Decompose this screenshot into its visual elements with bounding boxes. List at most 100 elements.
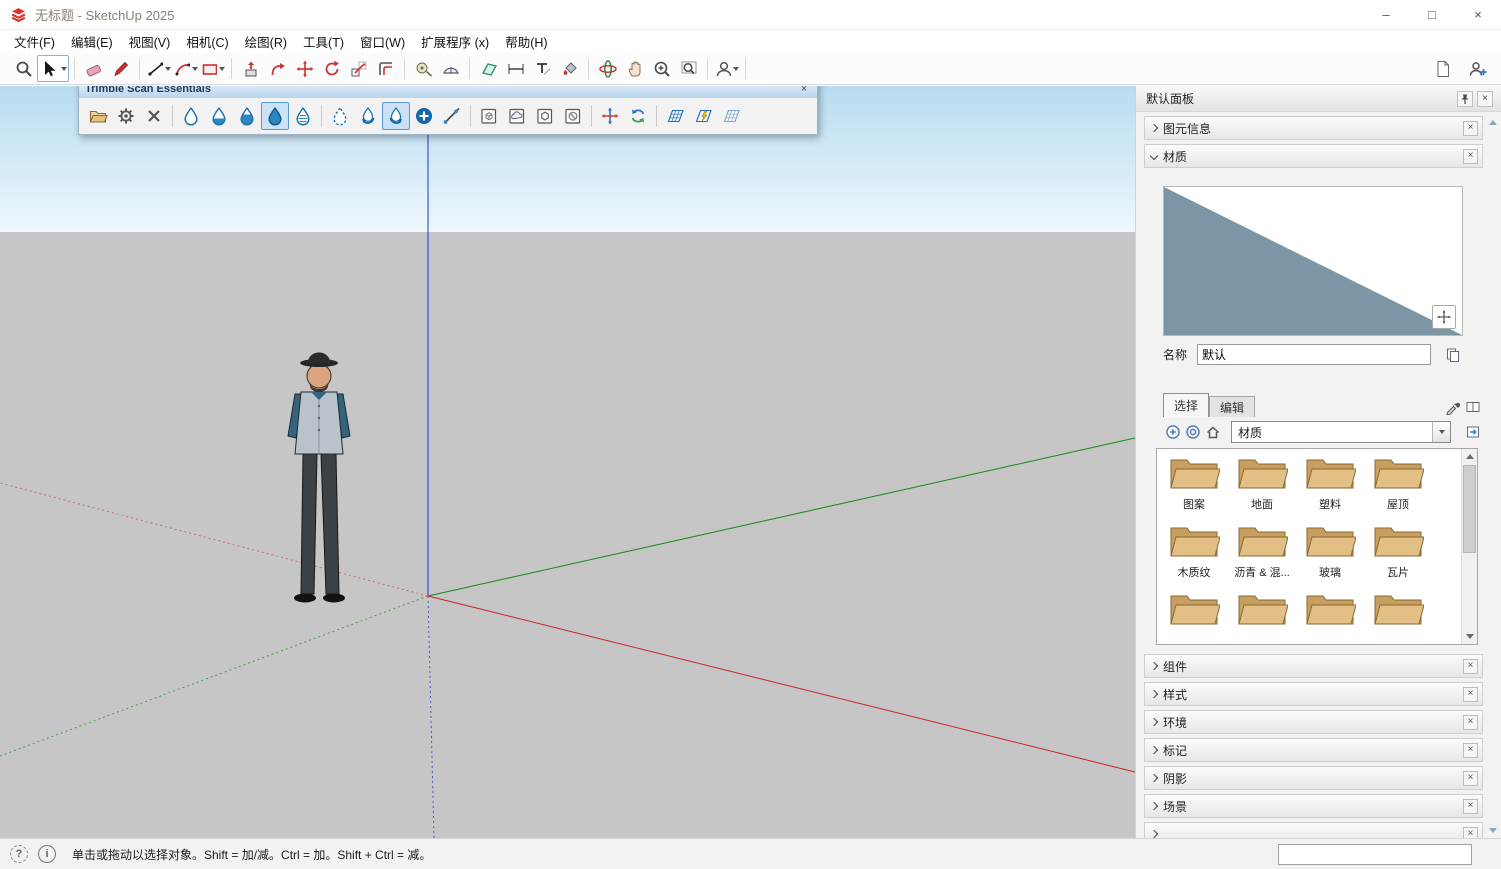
- menu-help[interactable]: 帮助(H): [497, 30, 555, 53]
- tray-scrollbar[interactable]: [1486, 116, 1500, 836]
- menu-tools[interactable]: 工具(T): [295, 30, 352, 53]
- follow-me-tool-button[interactable]: [264, 55, 291, 82]
- scan-cloud-mode-button[interactable]: [503, 102, 531, 130]
- help-tips-icon[interactable]: ?: [10, 845, 28, 863]
- push-pull-tool-button[interactable]: [237, 55, 264, 82]
- close-button[interactable]: ×: [1455, 0, 1501, 29]
- search-tool-button[interactable]: [10, 55, 37, 82]
- text-tool-button[interactable]: [529, 55, 556, 82]
- scrollbar-thumb[interactable]: [1463, 465, 1476, 553]
- material-folder[interactable]: 玻璃: [1296, 521, 1364, 589]
- trimble-scan-essentials-toolbar[interactable]: Trimble Scan Essentials ×: [78, 86, 818, 135]
- new-document-button[interactable]: [1429, 55, 1456, 82]
- section-close-button[interactable]: ×: [1463, 771, 1478, 786]
- collection-details-button[interactable]: [1463, 422, 1483, 442]
- tab-select[interactable]: 选择: [1163, 393, 1209, 417]
- material-folder[interactable]: [1296, 589, 1364, 645]
- select-dropdown-caret[interactable]: [61, 67, 67, 71]
- scan-redo-clip-button[interactable]: [382, 102, 410, 130]
- move-tool-button[interactable]: [291, 55, 318, 82]
- section-materials[interactable]: 材质 ×: [1144, 144, 1483, 168]
- tray-scroll-down-button[interactable]: [1486, 824, 1500, 836]
- minimize-button[interactable]: –: [1363, 0, 1409, 29]
- scan-density-hatched-button[interactable]: [289, 102, 317, 130]
- scan-structure-mode-button[interactable]: [531, 102, 559, 130]
- section-shadows[interactable]: 阴影 ×: [1144, 766, 1483, 790]
- select-tool-button[interactable]: [37, 55, 69, 82]
- material-folder[interactable]: 地面: [1228, 453, 1296, 521]
- secondary-pane-button[interactable]: [1463, 397, 1483, 417]
- scan-toolbar-close-button[interactable]: ×: [797, 86, 811, 96]
- paint-bucket-tool-button[interactable]: [556, 55, 583, 82]
- scan-close-project-button[interactable]: [140, 102, 168, 130]
- scan-grid-plane-button[interactable]: [661, 102, 689, 130]
- menu-camera[interactable]: 相机(C): [178, 30, 236, 53]
- menu-file[interactable]: 文件(F): [6, 30, 63, 53]
- account-button[interactable]: [713, 55, 740, 82]
- scan-rotate-cloud-button[interactable]: [624, 102, 652, 130]
- info-icon[interactable]: i: [38, 845, 56, 863]
- menu-window[interactable]: 窗口(W): [352, 30, 413, 53]
- material-folder[interactable]: 木质纹: [1160, 521, 1228, 589]
- scroll-up-button[interactable]: [1462, 449, 1477, 464]
- model-scene[interactable]: [0, 86, 1135, 838]
- menu-view[interactable]: 视图(V): [121, 30, 179, 53]
- scale-tool-button[interactable]: [345, 55, 372, 82]
- material-folder[interactable]: 塑料: [1296, 453, 1364, 521]
- scan-hide-mode-button[interactable]: [559, 102, 587, 130]
- scan-grid-light-button[interactable]: [717, 102, 745, 130]
- section-plane-tool-button[interactable]: [475, 55, 502, 82]
- section-close-button[interactable]: ×: [1463, 149, 1478, 164]
- section-close-button[interactable]: ×: [1463, 687, 1478, 702]
- section-partial-clipped[interactable]: ×: [1144, 822, 1483, 838]
- section-scenes[interactable]: 场景 ×: [1144, 794, 1483, 818]
- rotate-tool-button[interactable]: [318, 55, 345, 82]
- offset-tool-button[interactable]: [372, 55, 399, 82]
- orbit-tool-button[interactable]: [594, 55, 621, 82]
- duplicate-material-button[interactable]: [1443, 345, 1463, 365]
- scan-toolbar-titlebar[interactable]: Trimble Scan Essentials ×: [79, 86, 817, 98]
- sample-paint-button[interactable]: [1443, 397, 1463, 417]
- section-close-button[interactable]: ×: [1463, 659, 1478, 674]
- material-folder[interactable]: 沥青 & 混...: [1228, 521, 1296, 589]
- material-preview[interactable]: [1163, 186, 1463, 336]
- material-folder[interactable]: 瓦片: [1364, 521, 1432, 589]
- material-collections-list[interactable]: 图案 地面 塑料 屋顶 木质纹 沥青 & 混... 玻璃 瓦片: [1156, 448, 1478, 645]
- material-folder[interactable]: [1364, 589, 1432, 645]
- section-close-button[interactable]: ×: [1463, 799, 1478, 814]
- section-entity-info[interactable]: 图元信息 ×: [1144, 116, 1483, 140]
- tab-edit[interactable]: 编辑: [1209, 396, 1255, 417]
- section-environment[interactable]: 环境 ×: [1144, 710, 1483, 734]
- material-drag-button[interactable]: [1432, 305, 1456, 329]
- scan-grid-auto-button[interactable]: [689, 102, 717, 130]
- scan-density-low-button[interactable]: [205, 102, 233, 130]
- material-folder[interactable]: 屋顶: [1364, 453, 1432, 521]
- scan-add-point-button[interactable]: [410, 102, 438, 130]
- scan-density-none-button[interactable]: [177, 102, 205, 130]
- scan-move-cloud-button[interactable]: [596, 102, 624, 130]
- scan-density-full-button[interactable]: [261, 102, 289, 130]
- dropdown-caret-button[interactable]: [1432, 422, 1450, 442]
- maximize-button[interactable]: □: [1409, 0, 1455, 29]
- add-collaborator-button[interactable]: [1464, 55, 1491, 82]
- zoom-extents-tool-button[interactable]: [675, 55, 702, 82]
- section-close-button[interactable]: ×: [1463, 743, 1478, 758]
- eraser-tool-button[interactable]: [80, 55, 107, 82]
- pan-tool-button[interactable]: [621, 55, 648, 82]
- scan-settings-button[interactable]: [112, 102, 140, 130]
- line-tool-button[interactable]: [145, 55, 172, 82]
- scan-open-folder-button[interactable]: [84, 102, 112, 130]
- section-close-button[interactable]: ×: [1463, 121, 1478, 136]
- section-components[interactable]: 组件 ×: [1144, 654, 1483, 678]
- material-folder[interactable]: 图案: [1160, 453, 1228, 521]
- section-close-button[interactable]: ×: [1463, 827, 1478, 839]
- tray-close-button[interactable]: ×: [1477, 91, 1493, 107]
- create-material-button[interactable]: [1163, 422, 1183, 442]
- scroll-down-button[interactable]: [1462, 629, 1477, 644]
- arc-tool-button[interactable]: [172, 55, 199, 82]
- tape-measure-tool-button[interactable]: [410, 55, 437, 82]
- viewport-canvas[interactable]: Trimble Scan Essentials ×: [0, 86, 1135, 838]
- section-close-button[interactable]: ×: [1463, 715, 1478, 730]
- menu-extensions[interactable]: 扩展程序 (x): [413, 30, 497, 53]
- menu-draw[interactable]: 绘图(R): [237, 30, 295, 53]
